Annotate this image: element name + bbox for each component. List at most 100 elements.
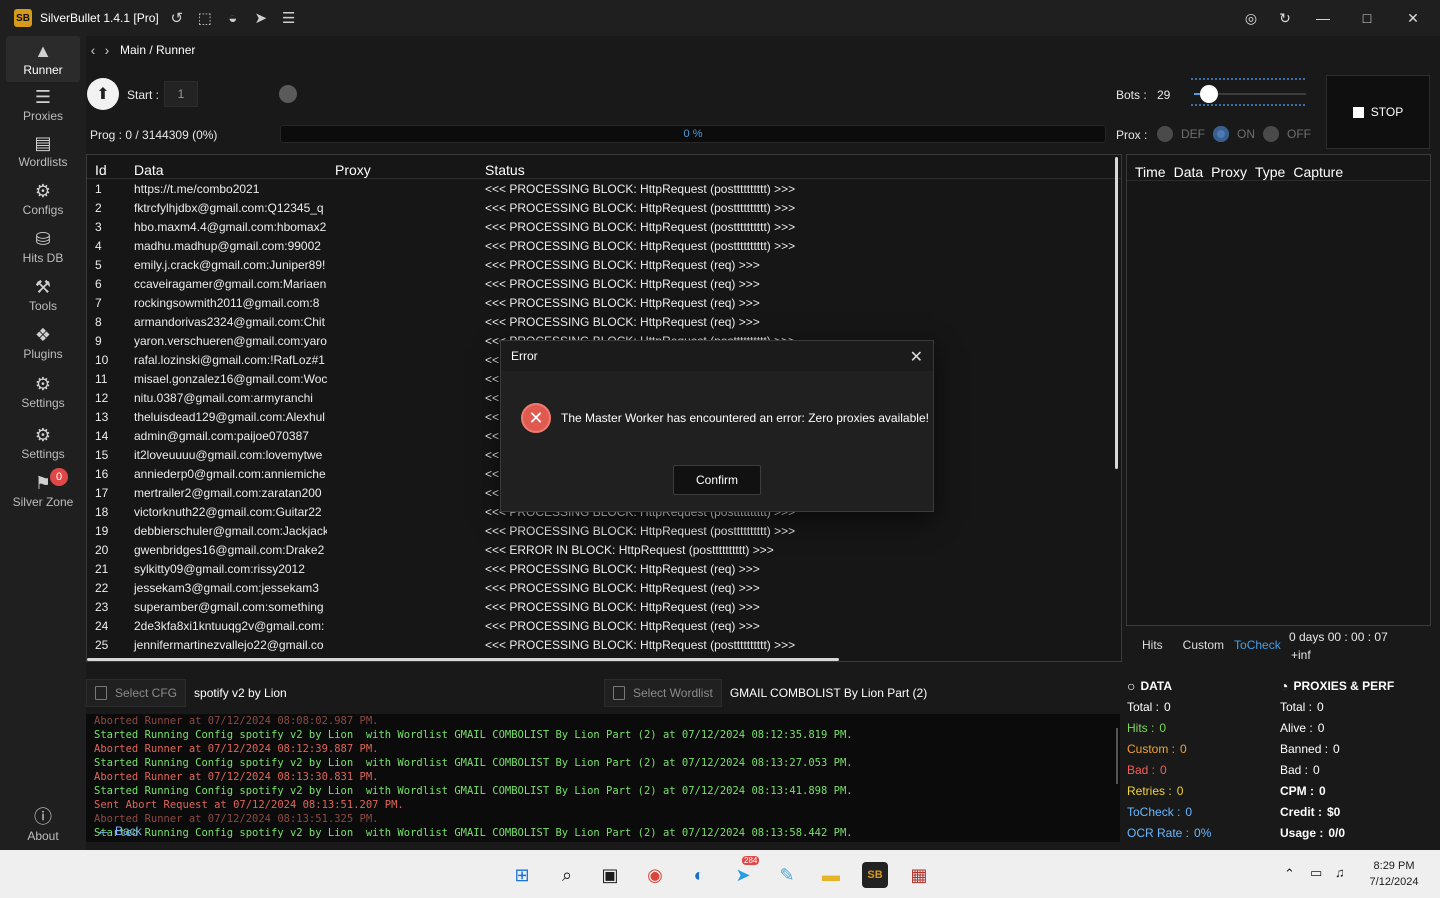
select-cfg-button[interactable]: Select CFG <box>86 679 187 707</box>
sidebar-item-tools[interactable]: ⚒ Tools <box>6 272 80 318</box>
cell-data: victorknuth22@gmail.com:Guitar22 <box>134 504 322 519</box>
notepad-icon[interactable]: ✎ <box>774 862 800 888</box>
cell-id: 19 <box>95 523 109 538</box>
sidebar-item-hits-db[interactable]: ⛁ Hits DB <box>6 224 80 270</box>
windows-start-icon[interactable]: ⊞ <box>509 862 535 888</box>
prox-def-radio[interactable] <box>1157 126 1173 142</box>
table-row[interactable]: 21 sylkitty09@gmail.com:rissy2012 <<< PROC… <box>87 559 1121 578</box>
column-header-proxy[interactable]: Proxy <box>1211 164 1247 180</box>
chevron-up-icon[interactable]: ⌃ <box>1284 866 1295 882</box>
maximize-button[interactable]: □ <box>1344 0 1390 36</box>
cell-data: admin@gmail.com:paijoe070387 <box>134 428 309 443</box>
start-input[interactable]: 1 <box>164 81 198 107</box>
cell-status: <<< PROCESSING BLOCK: HttpRequest (req) … <box>485 257 760 272</box>
stat-label: Total : <box>1280 699 1313 714</box>
network-icon[interactable]: ▭ <box>1310 865 1322 881</box>
sidebar-item-wordlists[interactable]: ▤ Wordlists <box>6 128 80 174</box>
notification-badge: 0 <box>50 468 68 486</box>
table-row[interactable]: 8 armandorivas2324@gmail.com:Chit <<< PROC… <box>87 312 1121 331</box>
table-row[interactable]: 22 jessekam3@gmail.com:jessekam3 <<< PROCE… <box>87 578 1121 597</box>
data-stat-row: Bad : 0 <box>1127 759 1211 780</box>
table-row[interactable]: 19 debbierschuler@gmail.com:Jackjack <<< P… <box>87 521 1121 540</box>
chrome-icon[interactable]: ◉ <box>642 862 668 888</box>
sidebar-item-runner[interactable]: ▲ Runner <box>6 36 80 82</box>
log-scrollbar[interactable] <box>1116 728 1118 784</box>
column-header-proxy[interactable]: Proxy <box>327 162 477 178</box>
back-button[interactable]: ← Back <box>96 822 142 839</box>
sidebar-item-configs[interactable]: ⚙ Configs <box>6 176 80 222</box>
stat-label: Alive : <box>1280 720 1313 735</box>
sidebar-item-settings[interactable]: ⚙ Settings <box>6 369 80 415</box>
table-horizontal-scrollbar[interactable] <box>87 658 839 661</box>
column-header-type[interactable]: Type <box>1255 164 1285 180</box>
forward-arrow-icon[interactable]: › <box>100 42 114 58</box>
sidebar-item-proxies[interactable]: ☰ Proxies <box>6 82 80 128</box>
column-header-data[interactable]: Data <box>1174 164 1204 180</box>
telegram-icon[interactable]: ➤ <box>251 8 271 28</box>
table-row[interactable]: 2 fktrcfylhjdbx@gmail.com:Q12345_q <<< PRO… <box>87 198 1121 217</box>
start-slider-handle[interactable] <box>279 85 297 103</box>
sidebar-item-core-settings[interactable]: ⚙ Settings <box>6 420 80 466</box>
cell-data: yaron.verschueren@gmail.com:yaro <box>134 333 327 348</box>
column-header-status[interactable]: Status <box>477 162 1117 178</box>
stop-icon <box>1352 106 1364 118</box>
silverbullet-icon[interactable]: SB <box>862 862 888 888</box>
clock[interactable]: 8:29 PM 7/12/2024 <box>1368 860 1420 888</box>
perf-stats: ◔ PROXIES & PERF Total :0 Alive :0 Banned :… <box>1280 676 1394 843</box>
screenshot-icon[interactable]: ⬚ <box>195 8 215 28</box>
table-row[interactable]: 6 ccaveiragamer@gmail.com:Mariaen <<< PROC… <box>87 274 1121 293</box>
close-button[interactable]: ✕ <box>1390 0 1436 36</box>
minimize-button[interactable]: — <box>1300 0 1346 36</box>
sidebar-item-about[interactable]: ⓘ About <box>6 802 80 848</box>
task-view-icon[interactable]: ▣ <box>597 862 623 888</box>
table-row[interactable]: 24 2de3kfa8xi1kntuuqg2v@gmail.com: <<< PRO… <box>87 616 1121 635</box>
tab-hits[interactable]: Hits <box>1142 638 1163 652</box>
select-wordlist-button[interactable]: Select Wordlist <box>604 679 722 707</box>
sidebar-item-silver-zone[interactable]: ⚑ 0 Silver Zone <box>6 468 80 514</box>
column-header-time[interactable]: Time <box>1135 164 1166 180</box>
volume-icon[interactable]: ♫ <box>1335 865 1345 880</box>
sidebar-item-plugins[interactable]: ❖ Plugins <box>6 320 80 366</box>
table-row[interactable]: 25 jennifermartinezvallejo22@gmail.co <<< … <box>87 635 1121 654</box>
folder-icon[interactable]: ▬ <box>818 862 844 888</box>
telegram-icon[interactable]: ➤ 284 <box>730 856 760 888</box>
cell-data: ccaveiragamer@gmail.com:Mariaen <box>134 276 327 291</box>
winrar-icon[interactable]: ▦ <box>906 862 932 888</box>
bots-slider-handle[interactable] <box>1200 85 1218 103</box>
history-icon[interactable]: ↺ <box>167 8 187 28</box>
table-row[interactable]: 20 gwenbridges16@gmail.com:Drake2 <<< ERRO… <box>87 540 1121 559</box>
stop-label: STOP <box>1370 105 1404 119</box>
table-row[interactable]: 4 madhu.madhup@gmail.com:99002 <<< PROCESS… <box>87 236 1121 255</box>
cell-id: 7 <box>95 295 102 310</box>
files-icon: ▤ <box>34 133 52 153</box>
edge-icon[interactable]: ◐ <box>686 862 712 888</box>
back-arrow-icon[interactable]: ‹ <box>86 42 100 58</box>
close-icon[interactable]: ✕ <box>910 347 923 367</box>
table-row[interactable]: 1 https://t.me/combo2021 <<< PROCESSING BL… <box>87 179 1121 198</box>
column-header-capture[interactable]: Capture <box>1293 164 1343 180</box>
table-row[interactable]: 3 hbo.maxm4.4@gmail.com:hbomax2 <<< PROCES… <box>87 217 1121 236</box>
page-title: Main / Runner <box>120 43 196 57</box>
tab-custom[interactable]: Custom <box>1183 638 1224 652</box>
log-line: Started Running Config spotify v2 by Lio… <box>94 729 853 741</box>
prox-off-radio[interactable] <box>1263 126 1279 142</box>
table-vertical-scrollbar[interactable] <box>1115 157 1118 469</box>
hits-tabs: Hits Custom ToCheck <box>1126 632 1281 658</box>
stat-label: Credit : <box>1280 804 1322 819</box>
stat-label: Custom : <box>1127 741 1176 756</box>
prox-on-radio[interactable] <box>1213 126 1229 142</box>
tab-tocheck[interactable]: ToCheck <box>1234 638 1281 652</box>
discord-icon[interactable]: ◒ <box>223 8 243 28</box>
cell-data: rockingsowmith2011@gmail.com:8 <box>134 295 320 310</box>
table-row[interactable]: 7 rockingsowmith2011@gmail.com:8 <<< PROCE… <box>87 293 1121 312</box>
log-console[interactable]: Aborted Runner at 07/12/2024 08:08:02.98… <box>86 714 1120 842</box>
search-icon[interactable]: ⌕ <box>554 862 580 888</box>
table-row[interactable]: 5 emily.j.crack@gmail.com:Juniper89! <<< P… <box>87 255 1121 274</box>
column-header-id[interactable]: Id <box>87 162 127 178</box>
stop-button[interactable]: STOP <box>1326 75 1430 149</box>
table-row[interactable]: 23 superamber@gmail.com:something <<< PROC… <box>87 597 1121 616</box>
column-header-data[interactable]: Data <box>127 162 327 178</box>
confirm-button[interactable]: Confirm <box>673 465 761 495</box>
notes-icon[interactable]: ☰ <box>279 8 299 28</box>
cell-status: <<< PROCESSING BLOCK: HttpRequest (req) … <box>485 618 760 633</box>
